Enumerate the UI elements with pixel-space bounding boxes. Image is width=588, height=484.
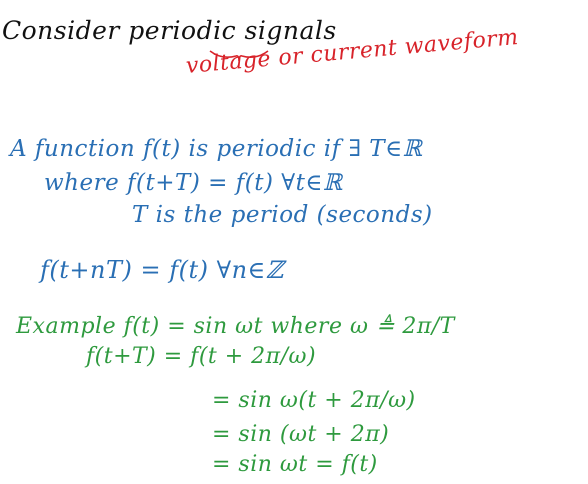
definition-line: where f(t+T) = f(t) ∀t∈ℝ — [44, 170, 343, 196]
example-line: Example f(t) = sin ωt where ω ≜ 2π/T — [16, 314, 455, 339]
example-line: = sin ω(t + 2π/ω) — [212, 388, 416, 413]
example-line: = sin ωt = f(t) — [212, 452, 378, 477]
definition-line: T is the period (seconds) — [132, 202, 433, 228]
example-line: f(t+T) = f(t + 2π/ω) — [86, 344, 317, 369]
definition-line: f(t+nT) = f(t) ∀n∈ℤ — [40, 256, 284, 284]
example-line: = sin (ωt + 2π) — [212, 422, 390, 447]
note-title: Consider periodic signals — [2, 16, 337, 45]
handwritten-note-page: Consider periodic signals voltage or cur… — [0, 0, 588, 484]
definition-line: A function f(t) is periodic if ∃ T∈ℝ — [10, 136, 423, 162]
